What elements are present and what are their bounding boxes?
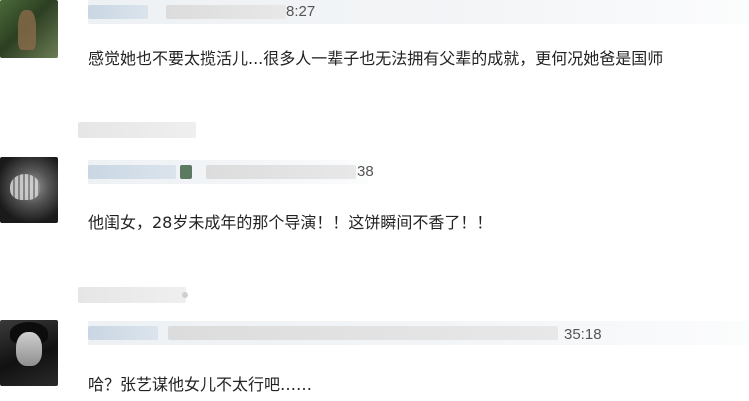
blurred-username [88, 5, 148, 19]
blurred-info [166, 5, 286, 19]
avatar-shell-image [10, 174, 40, 200]
blurred-reply-link[interactable] [78, 287, 186, 303]
blurred-reply-link[interactable] [78, 122, 196, 138]
user-badge [180, 165, 192, 179]
comment-meta-bar: 8:27 [88, 0, 749, 24]
user-avatar[interactable] [0, 157, 58, 223]
comment-text: 感觉她也不要太揽活儿...很多人一辈子也无法拥有父辈的成就，更何况她爸是国师 [88, 49, 664, 68]
comment-text: 他闺女，28岁未成年的那个导演！！这饼瞬间不香了！！ [88, 213, 493, 232]
user-avatar[interactable] [0, 320, 58, 386]
blurred-username [88, 165, 176, 179]
user-avatar[interactable] [0, 0, 58, 58]
comment-timestamp: 35:18 [564, 326, 602, 343]
blurred-info [168, 326, 558, 340]
more-icon[interactable] [182, 292, 188, 298]
blurred-username [88, 326, 158, 340]
comment-timestamp: 8:27 [286, 3, 316, 20]
comment-timestamp: 38 [357, 163, 374, 180]
avatar-figure [18, 10, 36, 50]
comment-meta-bar: 35:18 [88, 321, 749, 345]
avatar-face [16, 332, 42, 366]
comment-meta-bar: 38 [88, 160, 374, 184]
blurred-info [206, 165, 356, 179]
comment-text: 哈？张艺谋他女儿不太行吧…… [88, 375, 313, 394]
